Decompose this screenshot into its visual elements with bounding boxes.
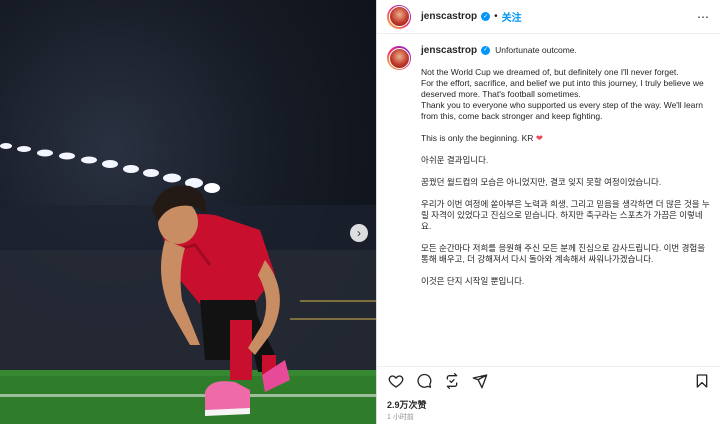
caption-beginning-text: This is only the beginning. KR xyxy=(421,133,534,143)
separator-dot: • xyxy=(494,11,498,22)
caption-paragraph-kr-3: 우리가 이번 여정에 쏟아부은 노력과 희생, 그리고 믿음을 생각하면 더 많… xyxy=(421,199,710,231)
like-button[interactable] xyxy=(387,372,405,390)
caption-paragraph-beginning: This is only the beginning. KR ❤ xyxy=(421,133,711,144)
stadium-lights xyxy=(0,143,220,193)
caption-paragraph-kr-1: 아쉬운 결과입니다. xyxy=(421,155,489,165)
follow-button[interactable]: 关注 xyxy=(502,9,522,24)
caption-paragraph-kr-5: 이것은 단지 시작일 뿐입니다. xyxy=(421,276,525,286)
caption: jenscastrop ✓ Unfortunate outcome. Not t… xyxy=(387,45,711,287)
verified-badge-icon: ✓ xyxy=(481,46,491,55)
caption-paragraph-kr-4: 모든 순간마다 저희를 응원해 주신 모든 분께 진심으로 감사드립니다. 이번… xyxy=(421,243,706,264)
post-detail-panel: jenscastrop ✓ • 关注 ⋯ jenscastrop ✓ Unfor… xyxy=(376,0,720,424)
author-username[interactable]: jenscastrop xyxy=(421,11,477,22)
caption-body: jenscastrop ✓ Unfortunate outcome. Not t… xyxy=(421,45,711,287)
send-button[interactable] xyxy=(471,372,489,390)
send-icon xyxy=(472,373,488,388)
like-count[interactable]: 2.9万次赞 xyxy=(387,398,427,411)
repost-icon xyxy=(446,372,458,389)
more-options-icon[interactable]: ⋯ xyxy=(697,10,710,24)
post-header: jenscastrop ✓ • 关注 ⋯ xyxy=(377,0,720,34)
caption-paragraph-kr-2: 꿈꿨던 월드컵의 모습은 아니었지만, 결코 잊지 못할 여정이었습니다. xyxy=(421,177,662,187)
post-photo[interactable]: › xyxy=(0,0,376,424)
verified-badge-icon: ✓ xyxy=(481,12,491,21)
comment-button[interactable] xyxy=(415,372,433,390)
caption-paragraph-en: Not the World Cup we dreamed of, but def… xyxy=(421,67,704,121)
caption-avatar[interactable] xyxy=(387,46,411,70)
avatar[interactable] xyxy=(387,4,411,29)
repost-button[interactable] xyxy=(443,372,461,390)
post-timestamp[interactable]: 1 小时前 xyxy=(387,412,414,422)
heart-emoji-icon: ❤ xyxy=(535,133,543,143)
caption-area: jenscastrop ✓ Unfortunate outcome. Not t… xyxy=(377,35,720,365)
caption-first-line: jenscastrop ✓ Unfortunate outcome. xyxy=(421,45,711,56)
save-button[interactable] xyxy=(693,372,711,390)
football-player-image xyxy=(0,143,376,424)
comment-bubble-icon xyxy=(417,373,432,388)
bookmark-icon xyxy=(696,373,708,388)
caption-headline: Unfortunate outcome. xyxy=(495,45,577,55)
carousel-next-button[interactable]: › xyxy=(350,224,368,242)
caption-username[interactable]: jenscastrop xyxy=(421,45,477,56)
heart-outline-icon xyxy=(388,374,404,388)
action-bar xyxy=(377,366,720,394)
